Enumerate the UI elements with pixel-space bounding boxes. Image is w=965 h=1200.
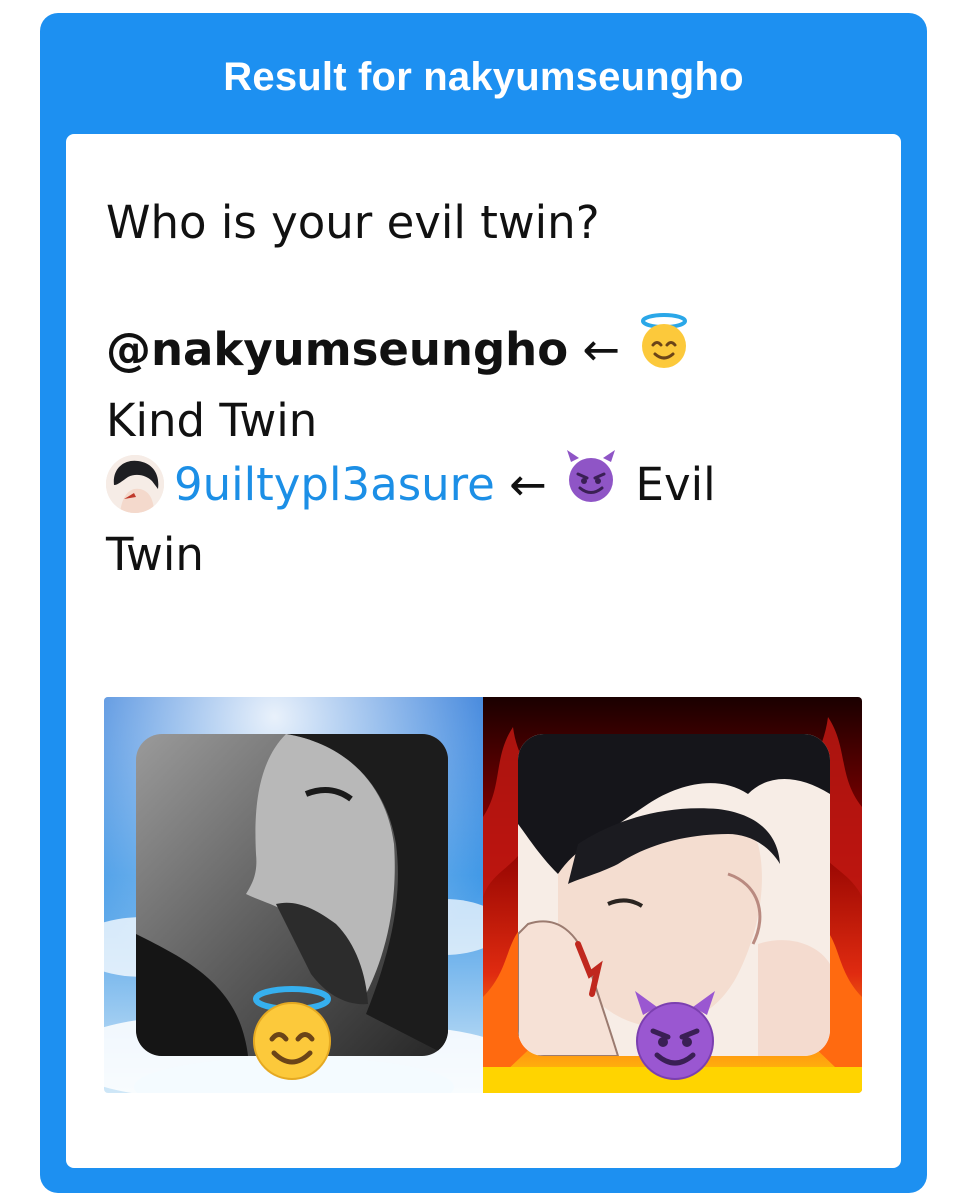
evil-twin-line: 9uiltypl3asure ← Evil: [106, 450, 866, 524]
evil-twin-handle[interactable]: 9uiltypl3asure: [174, 458, 495, 511]
halo-badge-icon: [242, 985, 342, 1085]
kind-twin-label: Kind Twin: [106, 394, 318, 447]
arrow-left-2: ←: [509, 458, 547, 511]
devil-face-icon: [561, 448, 621, 520]
halo-face-icon: [634, 312, 694, 386]
kind-twin-panel: [104, 697, 524, 1093]
evil-label-part2: Twin: [106, 528, 204, 581]
evil-label-part1: Evil: [635, 458, 716, 511]
kind-twin-handle[interactable]: @nakyumseungho: [106, 323, 568, 376]
question-text: Who is your evil twin?: [106, 196, 600, 249]
result-frame: Result for nakyumseungho Who is your evi…: [40, 13, 927, 1193]
tweet-text: Who is your evil twin? @nakyumseungho ← …: [106, 192, 866, 586]
evil-twin-avatar[interactable]: [106, 455, 164, 513]
evil-twin-panel: [483, 697, 862, 1093]
devil-badge-icon: [625, 985, 725, 1085]
arrow-left: ←: [582, 323, 621, 376]
kind-twin-line: @nakyumseungho ←: [106, 313, 866, 390]
twin-images[interactable]: [104, 697, 862, 1093]
result-title: Result for nakyumseungho: [223, 55, 744, 99]
result-card: Who is your evil twin? @nakyumseungho ← …: [66, 134, 901, 1168]
